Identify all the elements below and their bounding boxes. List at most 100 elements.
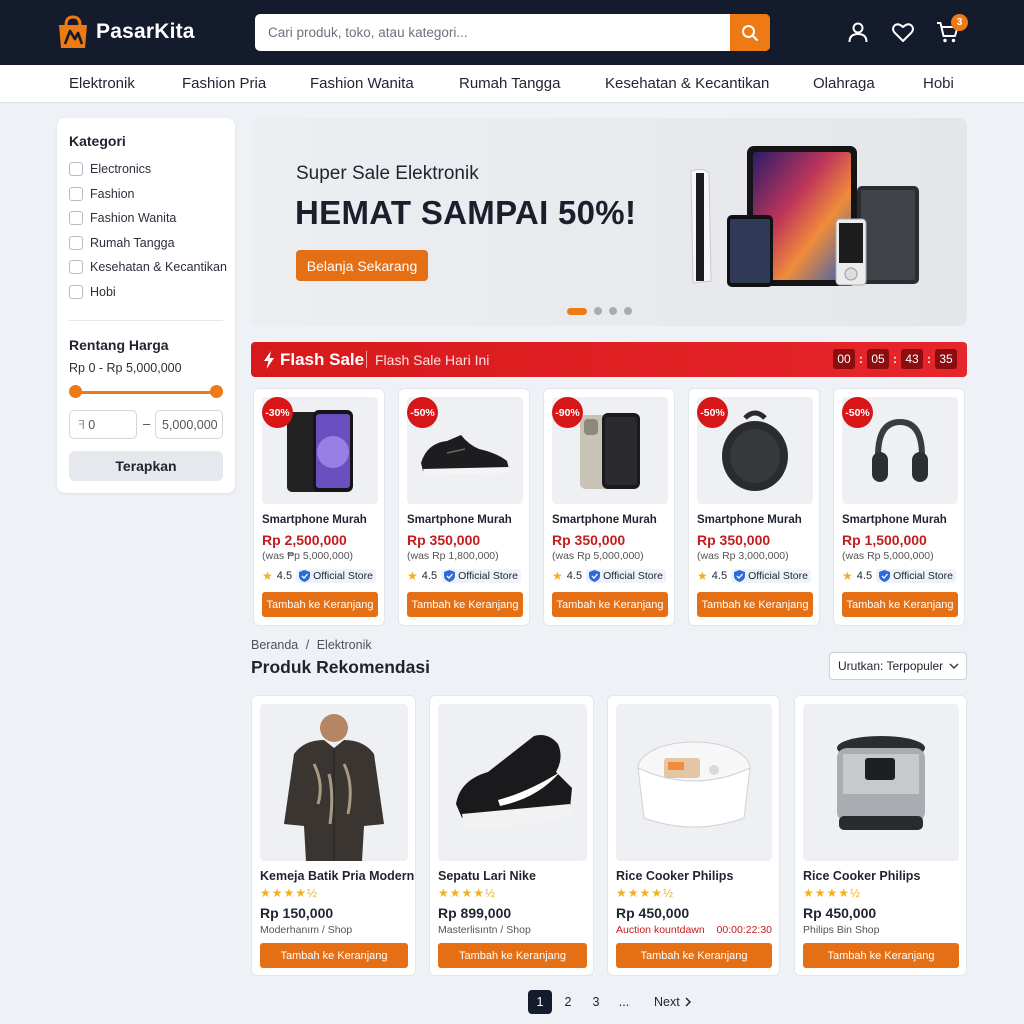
product-name[interactable]: Smartphone Murah [262, 514, 367, 526]
product-card[interactable]: Sepatu Lari Nike ★★★★½ Rp 899,000 Master… [429, 695, 594, 976]
next-page-button[interactable]: Next [654, 995, 691, 1009]
filter-item[interactable]: Fashion [69, 187, 134, 201]
checkbox[interactable] [69, 236, 83, 250]
user-icon[interactable] [846, 20, 870, 44]
filter-item[interactable]: Hobi [69, 285, 116, 299]
filter-item[interactable]: Electronics [69, 162, 151, 176]
carousel-dot[interactable] [609, 307, 617, 315]
product-name[interactable]: Rice Cooker Philips [803, 869, 920, 883]
checkbox[interactable] [69, 260, 83, 274]
official-store-badge: Official Store [441, 569, 521, 583]
chevron-down-icon [949, 663, 959, 669]
flash-product-card[interactable]: -50% Smartphone Murah Rp 350,000 (was Rp… [688, 388, 820, 626]
filter-item[interactable]: Rumah Tangga [69, 236, 175, 250]
flash-product-card[interactable]: -90% Smartphone Murah Rp 350,000 (was Rp… [543, 388, 675, 626]
sort-dropdown[interactable]: Urutkan: Terpopuler [829, 652, 967, 680]
product-name[interactable]: Kemeja Batik Pria Modern [260, 869, 414, 883]
checkbox[interactable] [69, 211, 83, 225]
flash-product-card[interactable]: -50% Smartphone Murah Rp 1,500,000 (was … [833, 388, 965, 626]
add-to-cart-button[interactable]: Tambah ke Keranjang [262, 592, 378, 617]
search-input[interactable] [255, 14, 725, 51]
brand-logo[interactable]: PasarKita [56, 14, 195, 50]
divider [366, 351, 367, 368]
search-button[interactable] [730, 14, 770, 51]
checkbox[interactable] [69, 162, 83, 176]
flash-product-card[interactable]: -50% Smartphone Murah Rp 350,000 (was Rp… [398, 388, 530, 626]
page-3[interactable]: 3 [584, 990, 608, 1014]
nav-category-fashion-wanita[interactable]: Fashion Wanita [310, 75, 414, 92]
product-name[interactable]: Smartphone Murah [842, 514, 947, 526]
slider-min-handle[interactable] [69, 385, 82, 398]
checkbox[interactable] [69, 285, 83, 299]
add-to-cart-button[interactable]: Tambah ke Keranjang [842, 592, 958, 617]
carousel-dot[interactable] [567, 307, 587, 315]
pagination: 1 2 3 ... Next [528, 990, 691, 1014]
auction-timer: 00:00:22:30 [716, 924, 772, 936]
auction-label: Auction kountdawn [616, 924, 705, 936]
promo-banner[interactable]: Super Sale Elektronik HEMAT SAMPAI 50%! … [251, 118, 967, 326]
product-name[interactable]: Smartphone Murah [552, 514, 657, 526]
electronics-devices-illustration [690, 146, 919, 287]
rating-row: ★ 4.5 Official Store [407, 569, 521, 583]
top-header: PasarKita 3 [0, 0, 1024, 65]
add-to-cart-button[interactable]: Tambah ke Keranjang [697, 592, 813, 617]
min-price-input[interactable]: ꟻ0 [69, 410, 137, 439]
star-icon: ★ [552, 569, 563, 583]
add-to-cart-button[interactable]: Tambah ke Keranjang [260, 943, 408, 968]
filter-sidebar: Kategori Electronics Fashion Fashion Wan… [57, 118, 235, 493]
add-to-cart-button[interactable]: Tambah ke Keranjang [803, 943, 959, 968]
product-name[interactable]: Sepatu Lari Nike [438, 869, 536, 883]
official-store-badge: Official Store [876, 569, 956, 583]
add-to-cart-button[interactable]: Tambah ke Keranjang [616, 943, 772, 968]
rating-row: ★ 4.5 Official Store [552, 569, 666, 583]
product-card[interactable]: Rice Cooker Philips ★★★★½ Rp 450,000 Phi… [794, 695, 967, 976]
product-card[interactable]: Rice Cooker Philips ★★★★½ Rp 450,000 Auc… [607, 695, 780, 976]
product-name[interactable]: Smartphone Murah [407, 514, 512, 526]
heart-icon[interactable] [891, 20, 915, 44]
shop-name[interactable]: Moderhanım / Shop [260, 924, 352, 936]
discount-badge: -30% [262, 397, 293, 428]
nav-category-kesehatan[interactable]: Kesehatan & Kecantikan [605, 75, 769, 92]
countdown-timer: 00: 05: 43: 35 [833, 349, 957, 369]
add-to-cart-button[interactable]: Tambah ke Keranjang [552, 592, 668, 617]
carousel-dot[interactable] [594, 307, 602, 315]
add-to-cart-button[interactable]: Tambah ke Keranjang [407, 592, 523, 617]
product-image [616, 704, 772, 861]
rice-cooker-icon [637, 741, 751, 827]
carousel-dot[interactable] [624, 307, 632, 315]
shop-name[interactable]: Philips Bin Shop [803, 924, 879, 936]
timer-seconds: 35 [935, 349, 957, 369]
price-range-slider[interactable] [75, 391, 217, 394]
shop-name[interactable]: Masterlisıntn / Shop [438, 924, 531, 936]
cart-count-badge: 3 [951, 14, 968, 31]
product-name[interactable]: Smartphone Murah [697, 514, 802, 526]
apply-filter-button[interactable]: Terapkan [69, 451, 223, 481]
timer-days: 00 [833, 349, 855, 369]
nav-category-fashion-pria[interactable]: Fashion Pria [182, 75, 266, 92]
star-rating: ★★★★½ [616, 886, 675, 900]
product-name[interactable]: Rice Cooker Philips [616, 869, 733, 883]
nav-category-olahraga[interactable]: Olahraga [813, 75, 875, 92]
nav-category-rumah-tangga[interactable]: Rumah Tangga [459, 75, 560, 92]
product-card[interactable]: Kemeja Batik Pria Modern ★★★★½ Rp 150,00… [251, 695, 416, 976]
original-price: (was Rp 5,000,000) [552, 550, 644, 562]
iphone-icon [580, 412, 640, 489]
breadcrumb-current[interactable]: Elektronik [317, 638, 372, 652]
breadcrumb-home[interactable]: Beranda [251, 638, 298, 652]
flash-product-card[interactable]: -30% Smartphone Murah Rp 2,500,000 (was … [253, 388, 385, 626]
checkbox[interactable] [69, 187, 83, 201]
page-1[interactable]: 1 [528, 990, 552, 1014]
original-price: (was Rp 3,000,000) [697, 550, 789, 562]
shop-now-button[interactable]: Belanja Sekarang [296, 250, 428, 281]
page-2[interactable]: 2 [556, 990, 580, 1014]
filter-item[interactable]: Kesehatan & Kecantikan [69, 260, 227, 274]
add-to-cart-button[interactable]: Tambah ke Keranjang [438, 943, 587, 968]
nav-category-hobi[interactable]: Hobi [923, 75, 954, 92]
nav-category-elektronik[interactable]: Elektronik [69, 75, 135, 92]
max-price-input[interactable]: 5,000,000 [155, 410, 223, 439]
discount-badge: -50% [697, 397, 728, 428]
star-rating: ★★★★½ [438, 886, 497, 900]
filter-item[interactable]: Fashion Wanita [69, 211, 176, 225]
category-filter-title: Kategori [69, 133, 126, 149]
slider-max-handle[interactable] [210, 385, 223, 398]
